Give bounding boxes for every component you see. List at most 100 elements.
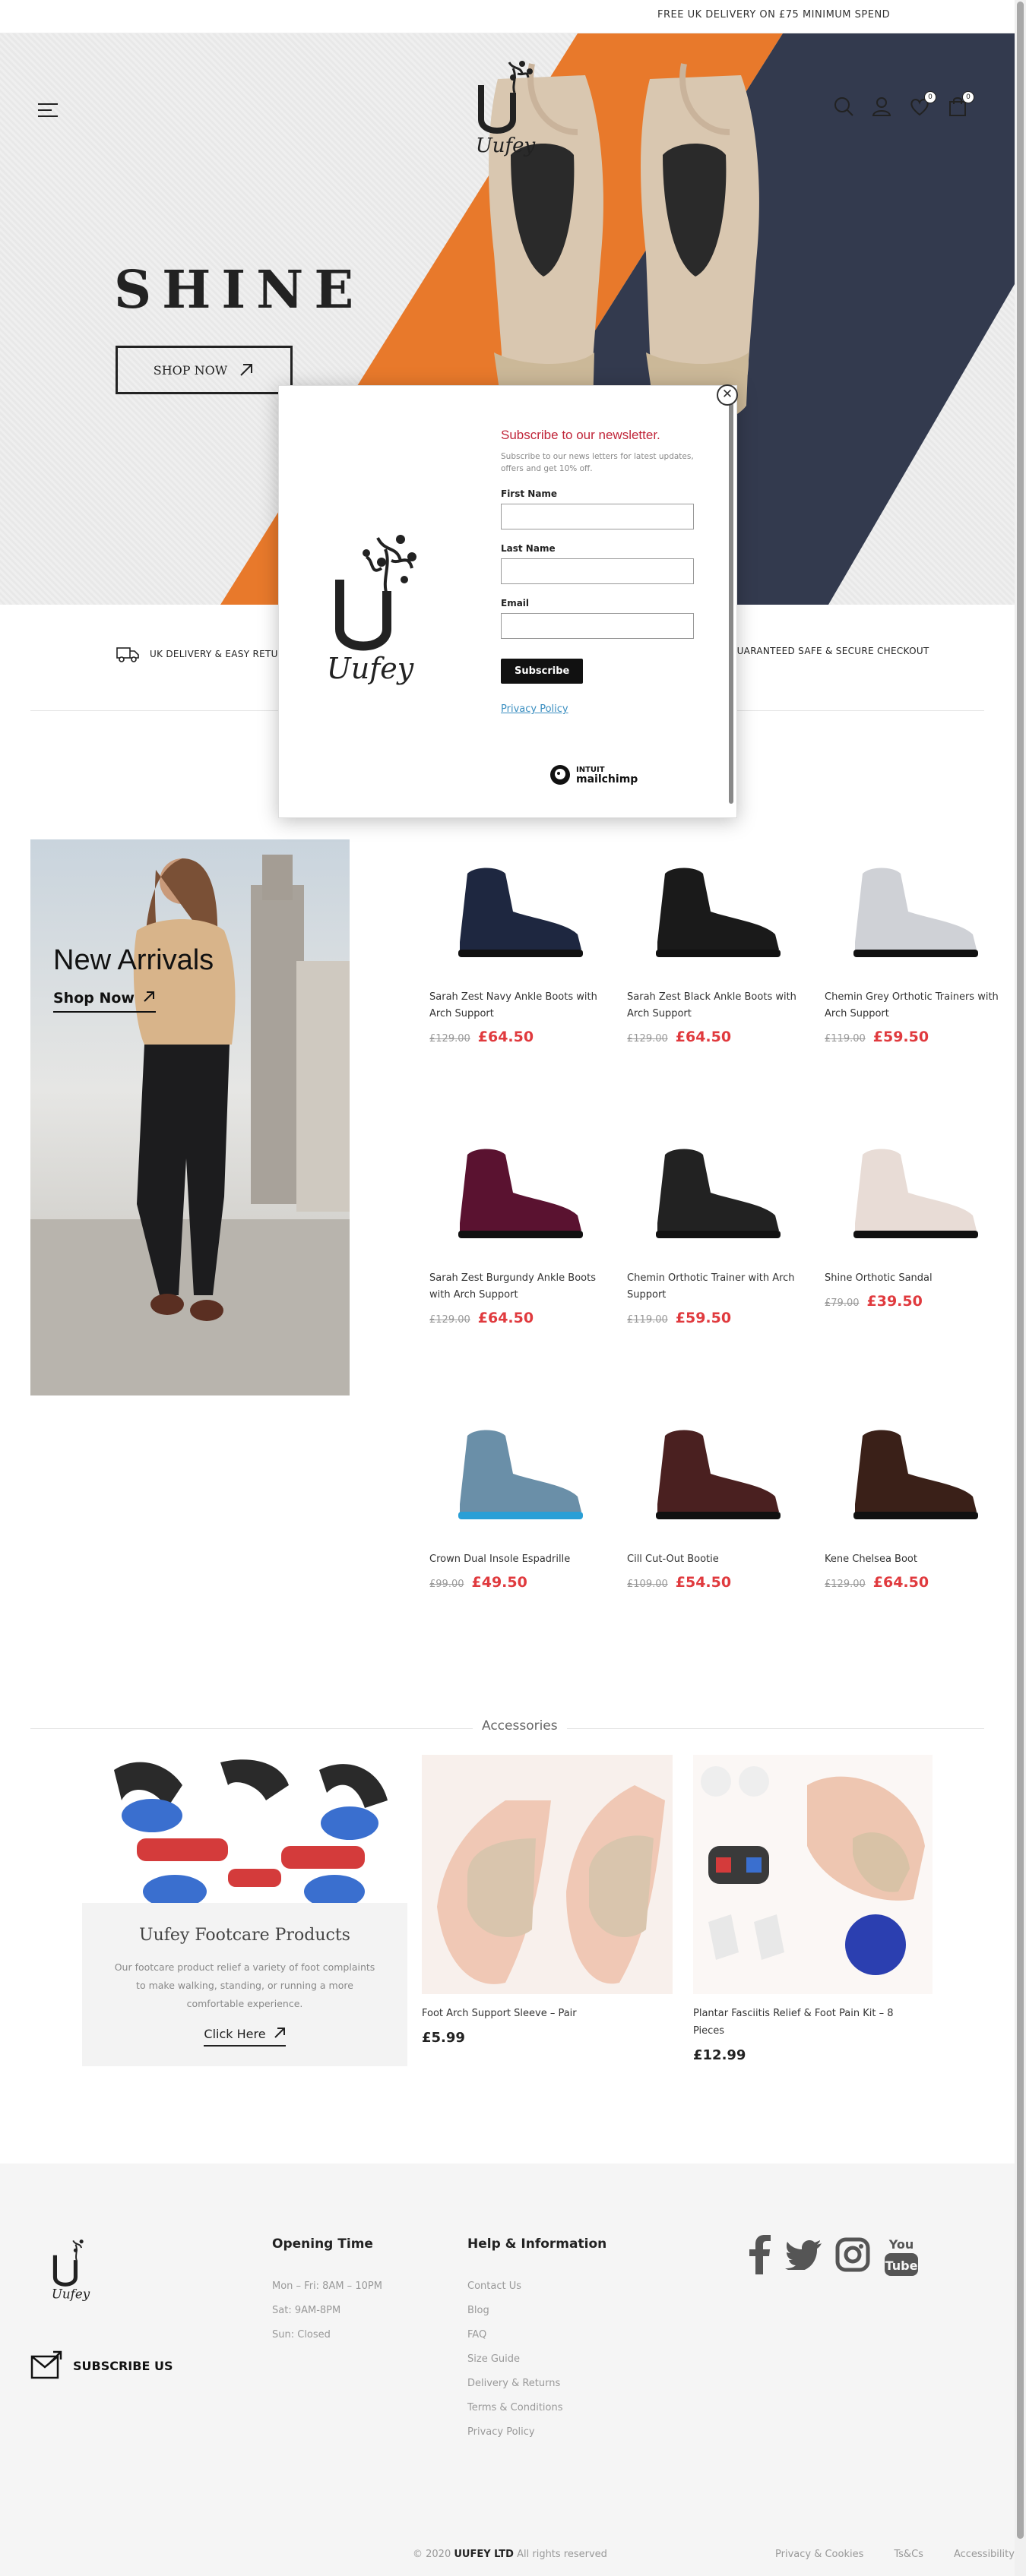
- product-card[interactable]: Chemin Orthotic Trainer with Arch Suppor…: [627, 1109, 802, 1326]
- product-price-row: £129.00 £64.50: [429, 1310, 604, 1326]
- arrow-up-right-icon: [144, 991, 154, 1002]
- product-card[interactable]: Crown Dual Insole Espadrille £99.00 £49.50: [429, 1390, 604, 1591]
- shop-now-label: SHOP NOW: [153, 362, 228, 378]
- copyright-brand: UUFEY LTD: [454, 2549, 514, 2560]
- product-image: [429, 1390, 604, 1550]
- footcare-products-card: Uufey Footcare Products Our footcare pro…: [82, 1903, 407, 2066]
- last-name-input[interactable]: [501, 558, 694, 584]
- newsletter-form: Subscribe to our newsletter. Subscribe t…: [501, 428, 698, 715]
- product-sale-price: £64.50: [477, 1029, 534, 1045]
- cart-count: 0: [962, 91, 974, 103]
- product-price-row: £129.00 £64.50: [825, 1574, 999, 1591]
- accessory-card[interactable]: Foot Arch Support Sleeve – Pair £5.99: [422, 1755, 673, 2046]
- subscribe-button[interactable]: Subscribe: [501, 659, 584, 684]
- privacy-cookies-link[interactable]: Privacy & Cookies: [775, 2549, 863, 2560]
- product-image: [825, 1390, 999, 1550]
- product-sale-price: £59.50: [675, 1310, 732, 1326]
- menu-icon[interactable]: [38, 103, 58, 117]
- wishlist-count: 0: [924, 91, 936, 103]
- popup-title: Subscribe to our newsletter.: [501, 428, 660, 442]
- shop-now-button[interactable]: SHOP NOW: [116, 346, 293, 394]
- product-sale-price: £64.50: [675, 1029, 732, 1045]
- privacy-policy-link[interactable]: Privacy Policy: [501, 703, 698, 715]
- close-icon[interactable]: ✕: [717, 384, 738, 406]
- page-scrollbar-thumb[interactable]: [1017, 2, 1024, 2539]
- help-link-privacy[interactable]: Privacy Policy: [467, 2420, 606, 2445]
- click-here-label: Click Here: [204, 2027, 266, 2041]
- social-links: You Tube: [749, 2235, 919, 2277]
- footer-logo[interactable]: Uufey: [44, 2236, 97, 2304]
- uufey-logo[interactable]: Uufey: [467, 55, 543, 161]
- help-link-faq[interactable]: FAQ: [467, 2323, 606, 2347]
- footcare-products-image: [114, 1759, 388, 1908]
- accessory-image: [693, 1755, 933, 1994]
- product-name: Cill Cut-Out Bootie: [627, 1554, 719, 1565]
- instagram-icon[interactable]: [835, 2237, 870, 2272]
- last-name-label: Last Name: [501, 543, 556, 554]
- svg-text:Uufey: Uufey: [476, 134, 536, 157]
- first-name-input[interactable]: [501, 504, 694, 529]
- product-name: Kene Chelsea Boot: [825, 1554, 917, 1565]
- product-card[interactable]: Sarah Zest Black Ankle Boots with Arch S…: [627, 828, 802, 1045]
- product-image: [429, 1109, 604, 1269]
- product-sale-price: £64.50: [477, 1310, 534, 1326]
- help-column: Help & Information Contact Us Blog FAQ S…: [467, 2236, 606, 2445]
- product-card[interactable]: Chemin Grey Orthotic Trainers with Arch …: [825, 828, 999, 1045]
- accessory-card[interactable]: Plantar Fasciitis Relief & Foot Pain Kit…: [693, 1755, 933, 2063]
- header-actions: 0 0: [833, 91, 974, 117]
- arrow-up-right-icon: [274, 2028, 285, 2038]
- envelope-arrow-icon: [30, 2350, 62, 2379]
- product-image: [825, 828, 999, 988]
- product-price-row: £119.00 £59.50: [627, 1310, 802, 1326]
- youtube-icon[interactable]: You Tube: [884, 2235, 919, 2277]
- accessory-price: £5.99: [422, 2030, 465, 2046]
- help-link-blog[interactable]: Blog: [467, 2299, 606, 2323]
- product-card[interactable]: Sarah Zest Burgundy Ankle Boots with Arc…: [429, 1109, 604, 1326]
- product-price-row: £129.00 £64.50: [627, 1029, 802, 1045]
- svg-text:You: You: [888, 2237, 914, 2252]
- new-arrivals-shop-now-link[interactable]: Shop Now: [53, 990, 156, 1013]
- help-link-delivery[interactable]: Delivery & Returns: [467, 2372, 606, 2396]
- product-sale-price: £59.50: [872, 1029, 929, 1045]
- arrow-up-right-icon: [240, 364, 253, 376]
- product-card[interactable]: Sarah Zest Navy Ankle Boots with Arch Su…: [429, 828, 604, 1045]
- email-label: Email: [501, 598, 530, 608]
- popup-logo: Uufey: [327, 535, 416, 685]
- account-icon[interactable]: [871, 96, 892, 117]
- popup-scrollbar[interactable]: [729, 394, 733, 804]
- product-image: [627, 1390, 802, 1550]
- accessibility-link[interactable]: Accessibility: [954, 2549, 1015, 2560]
- help-link-contact[interactable]: Contact Us: [467, 2274, 606, 2299]
- footcare-card-text: Our footcare product relief a variety of…: [114, 1961, 375, 2009]
- tscs-link[interactable]: Ts&Cs: [894, 2549, 923, 2560]
- product-original-price: £129.00: [429, 1033, 470, 1045]
- product-original-price: £109.00: [627, 1579, 668, 1590]
- wishlist-button[interactable]: 0: [909, 91, 936, 117]
- product-name: Chemin Orthotic Trainer with Arch Suppor…: [627, 1272, 795, 1301]
- copyright-prefix: © 2020: [413, 2549, 451, 2560]
- product-card[interactable]: Shine Orthotic Sandal £79.00 £39.50: [825, 1109, 999, 1310]
- svg-text:Tube: Tube: [885, 2258, 918, 2273]
- product-original-price: £129.00: [429, 1314, 470, 1326]
- help-link-terms[interactable]: Terms & Conditions: [467, 2396, 606, 2420]
- click-here-link[interactable]: Click Here: [204, 2027, 286, 2047]
- twitter-icon[interactable]: [785, 2239, 822, 2270]
- product-image: [825, 1109, 999, 1269]
- product-card[interactable]: Kene Chelsea Boot £129.00 £64.50: [825, 1390, 999, 1591]
- product-sale-price: £49.50: [471, 1574, 527, 1591]
- subscribe-us-link[interactable]: SUBSCRIBE US: [30, 2350, 173, 2381]
- footer-legal-links: Privacy & Cookies Ts&Cs Accessibility: [775, 2549, 1015, 2560]
- accessory-image: [422, 1755, 673, 1994]
- first-name-label: First Name: [501, 488, 558, 499]
- email-input[interactable]: [501, 613, 694, 639]
- help-link-size-guide[interactable]: Size Guide: [467, 2347, 606, 2372]
- feature-secure-label: GUARANTEED SAFE & SECURE CHECKOUT: [730, 646, 929, 656]
- cart-button[interactable]: 0: [947, 91, 974, 117]
- accessory-name: Plantar Fasciitis Relief & Foot Pain Kit…: [693, 2008, 894, 2037]
- product-card[interactable]: Cill Cut-Out Bootie £109.00 £54.50: [627, 1390, 802, 1591]
- product-name: Sarah Zest Black Ankle Boots with Arch S…: [627, 991, 796, 1019]
- feature-secure: GUARANTEED SAFE & SECURE CHECKOUT: [730, 646, 929, 656]
- search-icon[interactable]: [833, 96, 854, 117]
- facebook-icon[interactable]: [749, 2235, 771, 2274]
- svg-text:Uufey: Uufey: [327, 652, 414, 685]
